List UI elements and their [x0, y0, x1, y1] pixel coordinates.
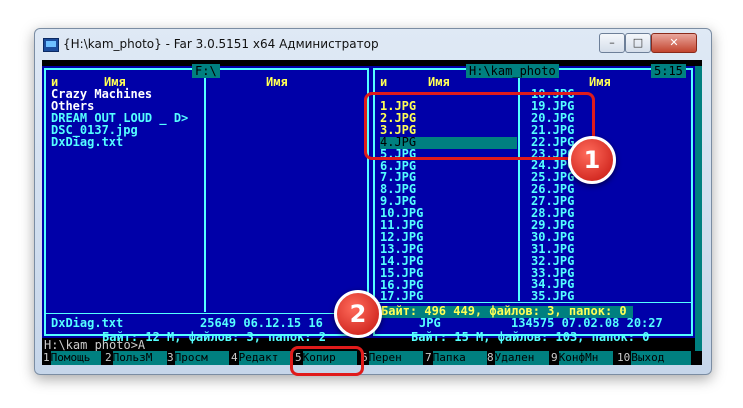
fkey-label: Перен	[368, 351, 423, 365]
fkey-label: Помощь	[50, 351, 101, 365]
right-selected-info: 134575 07.02.08 20:27	[511, 316, 663, 330]
left-col2-header[interactable]: Имя	[266, 76, 288, 89]
window-title: {H:\kam_photo} - Far 3.0.5151 x64 Админи…	[63, 37, 379, 51]
fkey-label: КонфМн	[558, 351, 613, 365]
right-summary: Байт: 15 М, файлов: 103, папок: 0	[411, 330, 650, 344]
left-panel[interactable]: F:\ и Имя Имя Crazy Machines Others DREAM …	[42, 64, 371, 344]
annotation-badge-2: 2	[334, 290, 382, 338]
left-info-divider	[46, 313, 367, 314]
fkey-number: 9	[551, 351, 558, 364]
left-file-item[interactable]: DxDiag.txt	[51, 136, 123, 149]
fkey-number: 10	[617, 351, 631, 364]
fkey-label: ПользМ	[112, 351, 167, 365]
fkey-3[interactable]: 3Просм	[166, 351, 229, 365]
fkey-4[interactable]: 4Редакт	[230, 351, 293, 365]
fkey-8[interactable]: 8Удален	[486, 351, 549, 365]
annotation-highlight-copy-key	[290, 346, 364, 376]
maximize-button[interactable]: □	[625, 33, 651, 53]
console-scrollbar[interactable]	[695, 66, 702, 351]
annotation-badge-1: 1	[568, 136, 616, 184]
right-sort-marker: и	[380, 75, 388, 89]
right-col1-header[interactable]: Имя	[428, 76, 450, 89]
left-column-divider	[204, 70, 206, 312]
fkey-9[interactable]: 9КонфМн	[550, 351, 613, 365]
clock: 5:15	[651, 64, 686, 78]
fkey-label: Папка	[432, 351, 487, 365]
fkey-label: Выход	[631, 351, 692, 365]
title-bar[interactable]: {H:\kam_photo} - Far 3.0.5151 x64 Админи…	[35, 29, 711, 59]
right-file-item[interactable]: 17.JPG	[380, 290, 423, 303]
fkey-label: Редакт	[238, 351, 293, 365]
far-app-icon	[43, 38, 59, 52]
fkey-2[interactable]: 2ПользМ	[104, 351, 167, 365]
fkey-number: 3	[167, 351, 174, 364]
right-selected-name: JPG	[419, 316, 441, 330]
fkey-number: 2	[105, 351, 112, 364]
fkey-number: 4	[231, 351, 238, 364]
right-path[interactable]: H:\kam_photo	[466, 64, 559, 78]
right-col2-header[interactable]: Имя	[589, 76, 611, 89]
fkey-6[interactable]: 6Перен	[360, 351, 423, 365]
left-path[interactable]: F:\	[192, 64, 220, 78]
fkey-7[interactable]: 7Папка	[424, 351, 487, 365]
minimize-button[interactable]: –	[599, 33, 625, 53]
function-keybar: 1Помощь 2ПользМ 3Просм 4Редакт 5Копир 6Перен 7…	[42, 351, 702, 365]
left-selected-name: DxDiag.txt	[51, 316, 124, 330]
right-file-item[interactable]: 35.JPG	[531, 290, 574, 303]
annotation-highlight-files	[364, 92, 595, 160]
fkey-10[interactable]: 10Выход	[616, 351, 692, 365]
fkey-number: 1	[43, 351, 50, 364]
fkey-number: 8	[487, 351, 494, 364]
left-selected-info: 25649 06.12.15 16	[200, 316, 323, 330]
command-line[interactable]: H:\kam_photo>A	[44, 338, 145, 352]
fkey-label: Удален	[494, 351, 549, 365]
fkey-1[interactable]: 1Помощь	[42, 351, 101, 365]
close-button[interactable]: ✕	[651, 33, 697, 53]
fkey-label: Просм	[174, 351, 229, 365]
fkey-number: 7	[425, 351, 432, 364]
